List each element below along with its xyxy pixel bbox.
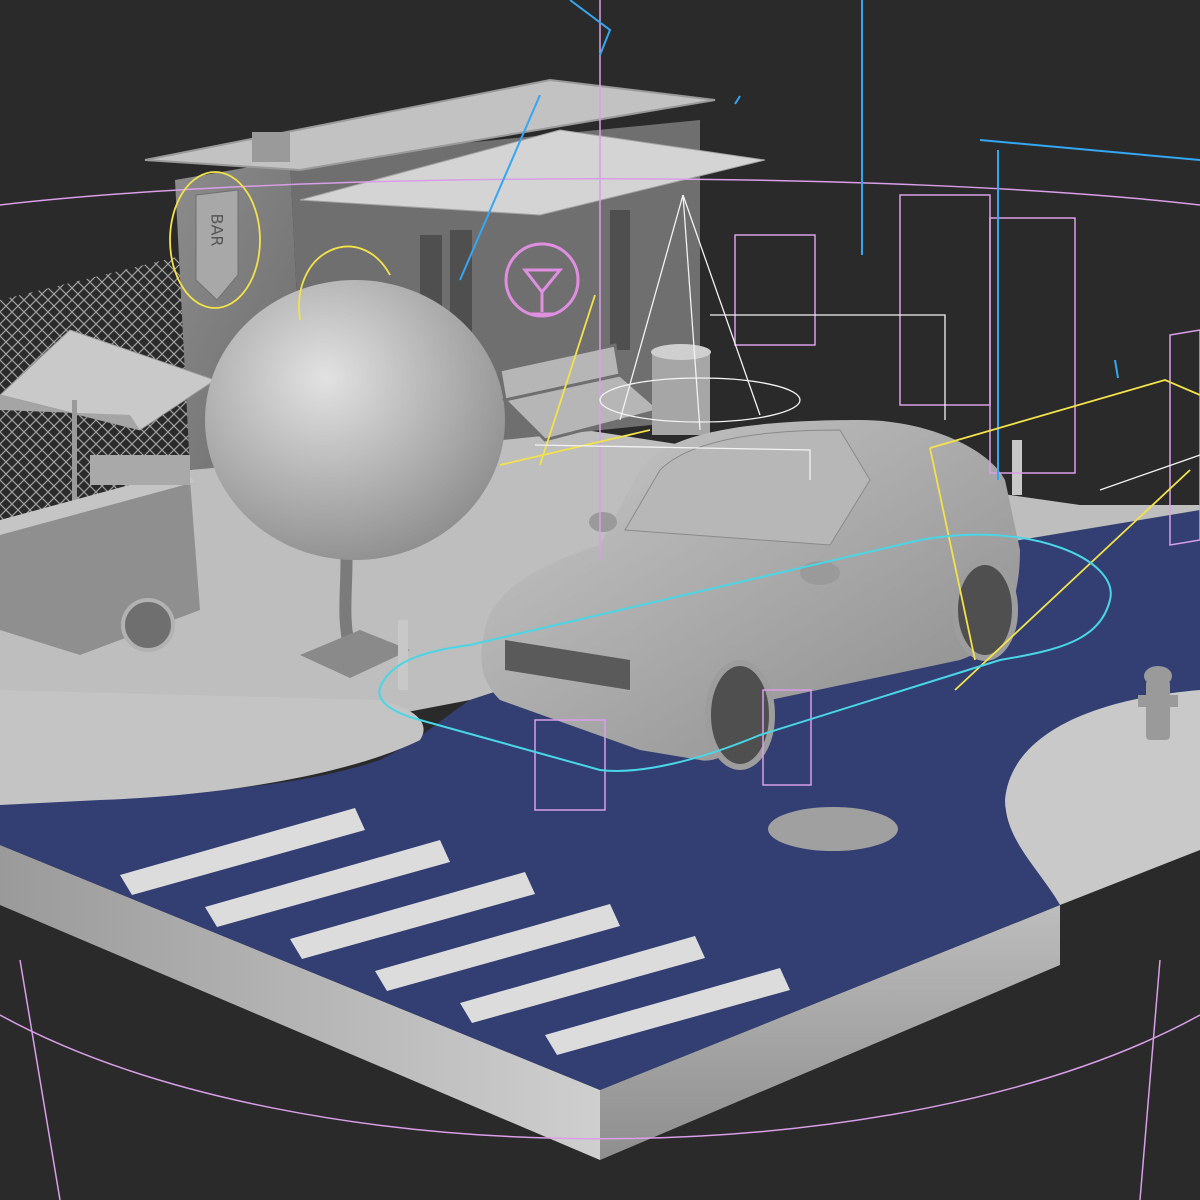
svg-text:BAR: BAR: [208, 213, 227, 246]
manhole: [768, 807, 898, 851]
scene-canvas[interactable]: BAR: [0, 0, 1200, 1200]
roof-vent: [252, 132, 290, 162]
3d-viewport[interactable]: BAR: [0, 0, 1200, 1200]
